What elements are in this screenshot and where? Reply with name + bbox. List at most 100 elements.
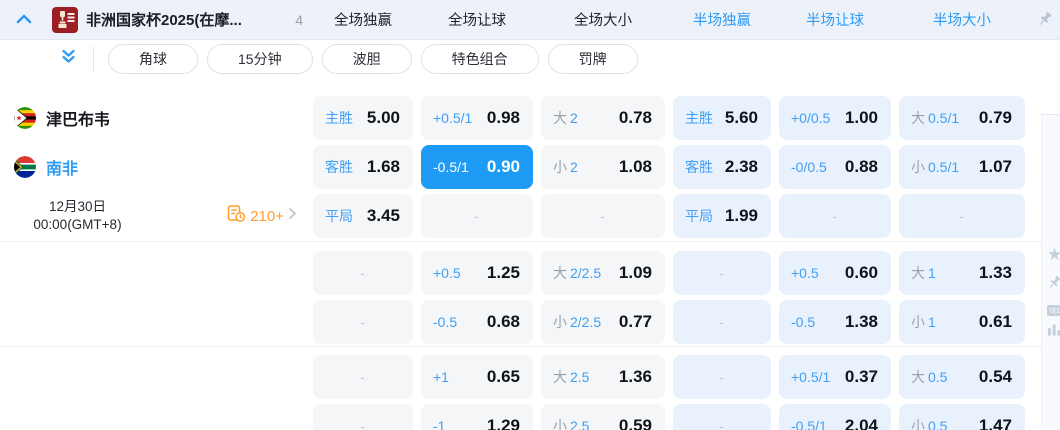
south-africa-flag-icon bbox=[14, 156, 36, 178]
odds-cell[interactable]: - bbox=[673, 404, 771, 430]
odds-cell[interactable]: +0.5 1.25 bbox=[421, 251, 533, 295]
odds-cell[interactable]: - bbox=[673, 355, 771, 399]
odds-value: 5.00 bbox=[366, 108, 400, 127]
odds-cell[interactable]: - bbox=[779, 194, 891, 238]
away-team-name: 南非 bbox=[46, 161, 79, 178]
odds-cell[interactable]: 小 0.5 1.47 bbox=[899, 404, 1025, 430]
odds-cell[interactable]: +0/0.5 1.00 bbox=[779, 96, 891, 140]
odds-cell[interactable]: - bbox=[313, 404, 413, 430]
odds-cell[interactable]: - bbox=[313, 251, 413, 295]
favorite-star-icon[interactable]: ★ bbox=[1047, 246, 1060, 263]
odds-cell[interactable]: 小 2 1.08 bbox=[541, 145, 665, 189]
odds-cell[interactable]: -0/0.5 0.88 bbox=[779, 145, 891, 189]
odds-cell[interactable]: - bbox=[421, 194, 533, 238]
odds-cell[interactable]: 客胜 2.38 bbox=[673, 145, 771, 189]
expand-markets-button[interactable] bbox=[55, 46, 81, 72]
odds-value: 0.61 bbox=[978, 312, 1012, 331]
odds-cell[interactable]: -0.5 0.68 bbox=[421, 300, 533, 344]
column-header[interactable]: 全场独赢 bbox=[313, 9, 413, 30]
filter-pills: 角球 15分钟 波胆 特色组合 罚牌 bbox=[108, 44, 647, 74]
empty-odds-dash: - bbox=[719, 369, 724, 385]
filter-pill[interactable]: 波胆 bbox=[321, 44, 412, 74]
odds-label: -0.5 bbox=[433, 314, 458, 330]
odds-cell[interactable]: 主胜 5.60 bbox=[673, 96, 771, 140]
over-under-prefix: 大 bbox=[911, 265, 925, 281]
odds-label: +0.5/1 bbox=[433, 110, 473, 126]
odds-value: 1.07 bbox=[978, 157, 1012, 176]
odds-value: 0.60 bbox=[844, 263, 878, 282]
betting-app: 非洲国家杯2025(在摩... 4 全场独赢 全场让球 全场大小 半场独赢 半场让球 半场… bbox=[0, 0, 1060, 430]
league-title: 非洲国家杯2025(在摩... bbox=[86, 12, 242, 29]
odds-label: 小 2/2.5 bbox=[553, 314, 602, 330]
odds-cell[interactable]: 主胜 5.00 bbox=[313, 96, 413, 140]
odds-cell[interactable]: 大 0.5/1 0.79 bbox=[899, 96, 1025, 140]
more-markets-link[interactable]: 210+ bbox=[227, 204, 297, 228]
odds-value: 1.29 bbox=[486, 416, 520, 430]
odds-cell[interactable]: 小 2.5 0.59 bbox=[541, 404, 665, 430]
empty-odds-dash: - bbox=[719, 314, 724, 330]
empty-odds-dash: - bbox=[360, 314, 365, 330]
odds-label: 大 0.5 bbox=[911, 369, 948, 385]
over-under-prefix: 大 bbox=[911, 369, 925, 385]
odds-cell[interactable]: 大 2 0.78 bbox=[541, 96, 665, 140]
odds-cell[interactable]: +0.5 0.60 bbox=[779, 251, 891, 295]
odds-value: 2.04 bbox=[844, 416, 878, 430]
filter-pill[interactable]: 特色组合 bbox=[420, 44, 539, 74]
empty-odds-dash: - bbox=[959, 208, 964, 224]
odds-cell[interactable]: - bbox=[541, 194, 665, 238]
home-team-row[interactable]: 津巴布韦 bbox=[0, 96, 305, 140]
empty-odds-dash: - bbox=[360, 369, 365, 385]
pin-match-icon[interactable] bbox=[1047, 275, 1060, 295]
collapse-league-button[interactable] bbox=[12, 8, 36, 32]
odds-cell[interactable]: - bbox=[313, 355, 413, 399]
odds-cell[interactable]: 平局 3.45 bbox=[313, 194, 413, 238]
odds-cell[interactable]: 大 1 1.33 bbox=[899, 251, 1025, 295]
odds-cell[interactable]: -0.5/1 0.90 bbox=[421, 145, 533, 189]
filter-pill[interactable]: 角球 bbox=[108, 44, 198, 74]
column-header[interactable]: 半场让球 bbox=[779, 9, 891, 30]
pin-icon[interactable] bbox=[1037, 11, 1053, 32]
odds-cell[interactable]: 小 2/2.5 0.77 bbox=[541, 300, 665, 344]
odds-cell[interactable]: +0.5/1 0.98 bbox=[421, 96, 533, 140]
odds-value: 0.79 bbox=[978, 108, 1012, 127]
odds-cell[interactable]: 大 0.5 0.54 bbox=[899, 355, 1025, 399]
odds-value: 1.09 bbox=[618, 263, 652, 282]
column-header[interactable]: 半场独赢 bbox=[673, 9, 771, 30]
odds-cell[interactable]: +1 0.65 bbox=[421, 355, 533, 399]
odds-section-alt-lines-2: - +1 0.65 大 2.5 1.36 - +0.5/1 0.37 大 0.5 0.54 - -1 1.2… bbox=[0, 355, 1060, 430]
odds-cell[interactable]: -0.5/1 2.04 bbox=[779, 404, 891, 430]
odds-cell[interactable]: -0.5 1.38 bbox=[779, 300, 891, 344]
away-team-row[interactable]: 南非 bbox=[0, 145, 305, 189]
odds-cell[interactable]: 平局 1.99 bbox=[673, 194, 771, 238]
odds-cell[interactable]: - bbox=[313, 300, 413, 344]
score-badge[interactable]: 0|1 bbox=[1047, 305, 1060, 316]
odds-cell[interactable]: -1 1.29 bbox=[421, 404, 533, 430]
odds-cell[interactable]: - bbox=[673, 251, 771, 295]
over-under-prefix: 小 bbox=[553, 314, 567, 330]
odds-cell[interactable]: 小 0.5/1 1.07 bbox=[899, 145, 1025, 189]
over-under-prefix: 小 bbox=[553, 159, 567, 175]
filter-pill[interactable]: 罚牌 bbox=[547, 44, 638, 74]
column-header[interactable]: 全场让球 bbox=[421, 9, 533, 30]
column-header[interactable]: 全场大小 bbox=[541, 9, 665, 30]
odds-cell[interactable]: +0.5/1 0.37 bbox=[779, 355, 891, 399]
zimbabwe-flag-icon bbox=[14, 107, 36, 129]
odds-value: 1.33 bbox=[978, 263, 1012, 282]
odds-cell[interactable]: - bbox=[673, 300, 771, 344]
odds-cell[interactable]: 小 1 0.61 bbox=[899, 300, 1025, 344]
filter-pill[interactable]: 15分钟 bbox=[207, 44, 313, 74]
odds-label: 大 2/2.5 bbox=[553, 265, 602, 281]
odds-cell[interactable]: - bbox=[899, 194, 1025, 238]
column-header[interactable]: 半场大小 bbox=[899, 9, 1025, 30]
league-cluster: 非洲国家杯2025(在摩... 4 bbox=[0, 6, 305, 33]
odds-cell[interactable]: 客胜 1.68 bbox=[313, 145, 413, 189]
odds-cell[interactable]: 大 2.5 1.36 bbox=[541, 355, 665, 399]
stats-bars-icon[interactable] bbox=[1047, 322, 1060, 341]
odds-value: 5.60 bbox=[724, 108, 758, 127]
odds-cell[interactable]: 大 2/2.5 1.09 bbox=[541, 251, 665, 295]
empty-odds-dash: - bbox=[719, 265, 724, 281]
odds-label: 小 2.5 bbox=[553, 416, 589, 430]
odds-label: -0.5/1 bbox=[433, 159, 469, 175]
